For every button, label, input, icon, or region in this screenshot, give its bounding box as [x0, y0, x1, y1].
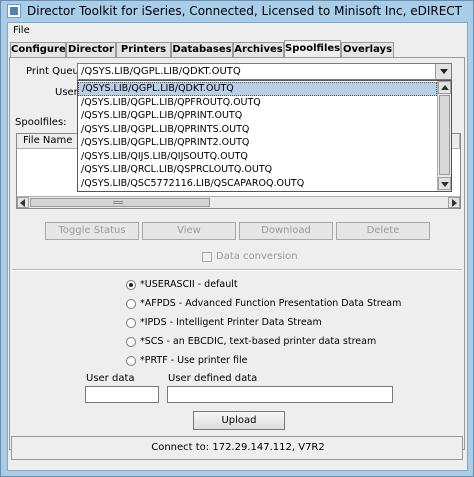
menu-bar: File [8, 23, 467, 38]
radio-userascii[interactable] [126, 280, 136, 290]
radio-afpds[interactable] [126, 299, 136, 309]
scroll-up-icon[interactable] [438, 81, 451, 94]
tab-spoolfiles[interactable]: Spoolfiles [284, 40, 341, 58]
scroll-thumb[interactable] [439, 95, 450, 175]
dropdown-option[interactable]: /QSYS.LIB/QGPL.LIB/QPRINT2.OUTQ [78, 136, 437, 150]
dropdown-option[interactable]: /QSYS.LIB/QGPL.LIB/QDKT.OUTQ [78, 82, 437, 96]
view-button[interactable]: View [142, 222, 236, 240]
grip-icon [113, 201, 123, 204]
toggle-status-button[interactable]: Toggle Status [45, 222, 139, 240]
dropdown-option[interactable]: /QSYS.LIB/QGPL.LIB/QPRINT.OUTQ [78, 109, 437, 123]
dropdown-option[interactable]: /QSYS.LIB/QGPL.LIB/QPFROUTQ.OUTQ [78, 96, 437, 110]
radio-prtf-label: *PRTF - Use printer file [140, 355, 248, 366]
menu-file[interactable]: File [11, 24, 32, 37]
client-area: File Configure Director Printers Databas… [7, 22, 468, 471]
column-header-file-name[interactable]: File Name [17, 134, 83, 149]
radio-ipds-label: *IPDS - Intelligent Printer Data Stream [140, 317, 322, 328]
dropdown-arrow-icon[interactable] [435, 64, 451, 79]
spoolfiles-label: Spoolfiles: [15, 117, 67, 128]
dropdown-options: /QSYS.LIB/QGPL.LIB/QDKT.OUTQ /QSYS.LIB/Q… [78, 81, 437, 191]
delete-button[interactable]: Delete [336, 222, 430, 240]
dropdown-option[interactable]: /QSYS.LIB/QSC5772116.LIB/QSCAPAROQ.OUTQ [78, 177, 437, 191]
horizontal-scrollbar[interactable] [17, 196, 460, 208]
tab-archives[interactable]: Archives [233, 42, 284, 58]
print-queue-value: /QSYS.LIB/QGPL.LIB/QDKT.OUTQ [81, 66, 241, 77]
connection-status: Connect to: 172.29.147.112, V7R2 [151, 442, 325, 453]
data-conversion-checkbox[interactable] [202, 252, 212, 262]
upload-button[interactable]: Upload [193, 411, 285, 430]
radio-prtf[interactable] [126, 356, 136, 366]
radio-userascii-label: *USERASCII - default [140, 279, 238, 290]
scroll-down-icon[interactable] [438, 177, 451, 190]
scroll-right-icon[interactable] [448, 197, 460, 208]
radio-scs[interactable] [126, 337, 136, 347]
dropdown-option[interactable]: /QSYS.LIB/QRCL.LIB/QSPRCLOUTQ.OUTQ [78, 163, 437, 177]
radio-ipds[interactable] [126, 318, 136, 328]
tab-overlays[interactable]: Overlays [341, 42, 394, 58]
title-bar[interactable]: Director Toolkit for iSeries, Connected,… [1, 1, 473, 21]
radio-scs-label: *SCS - an EBCDIC, text-based printer dat… [140, 336, 377, 347]
user-data-field[interactable] [85, 386, 159, 403]
scroll-left-icon[interactable] [17, 197, 29, 208]
window-title: Director Toolkit for iSeries, Connected,… [27, 4, 467, 18]
radio-afpds-label: *AFPDS - Advanced Function Presentation … [140, 298, 402, 309]
status-bar: Connect to: 172.29.147.112, V7R2 [11, 436, 463, 460]
print-queue-combo[interactable]: /QSYS.LIB/QGPL.LIB/QDKT.OUTQ [77, 63, 452, 80]
tab-databases[interactable]: Databases [171, 42, 233, 58]
user-data-label: User data [86, 373, 135, 384]
tab-printers[interactable]: Printers [116, 42, 171, 58]
print-queue-dropdown-list[interactable]: /QSYS.LIB/QGPL.LIB/QDKT.OUTQ /QSYS.LIB/Q… [77, 80, 452, 192]
dropdown-option[interactable]: /QSYS.LIB/QGPL.LIB/QPRINTS.OUTQ [78, 123, 437, 137]
download-button[interactable]: Download [239, 222, 333, 240]
spoolfiles-panel: Print Queue /QSYS.LIB/QGPL.LIB/QDKT.OUTQ… [9, 57, 465, 450]
tab-bar: Configure Director Printers Databases Ar… [8, 40, 467, 58]
user-defined-data-field[interactable] [167, 386, 393, 403]
dropdown-scrollbar[interactable] [437, 81, 451, 191]
tab-configure[interactable]: Configure [10, 42, 66, 58]
dropdown-option[interactable]: /QSYS.LIB/QIJS.LIB/QIJSOUTQ.OUTQ [78, 150, 437, 164]
user-defined-data-label: User defined data [168, 373, 258, 384]
app-icon [7, 4, 21, 18]
section-divider [12, 269, 462, 271]
user-label: User [55, 87, 78, 98]
scroll-thumb[interactable] [30, 198, 210, 207]
tab-director[interactable]: Director [66, 42, 116, 58]
data-conversion-label: Data conversion [216, 251, 298, 262]
